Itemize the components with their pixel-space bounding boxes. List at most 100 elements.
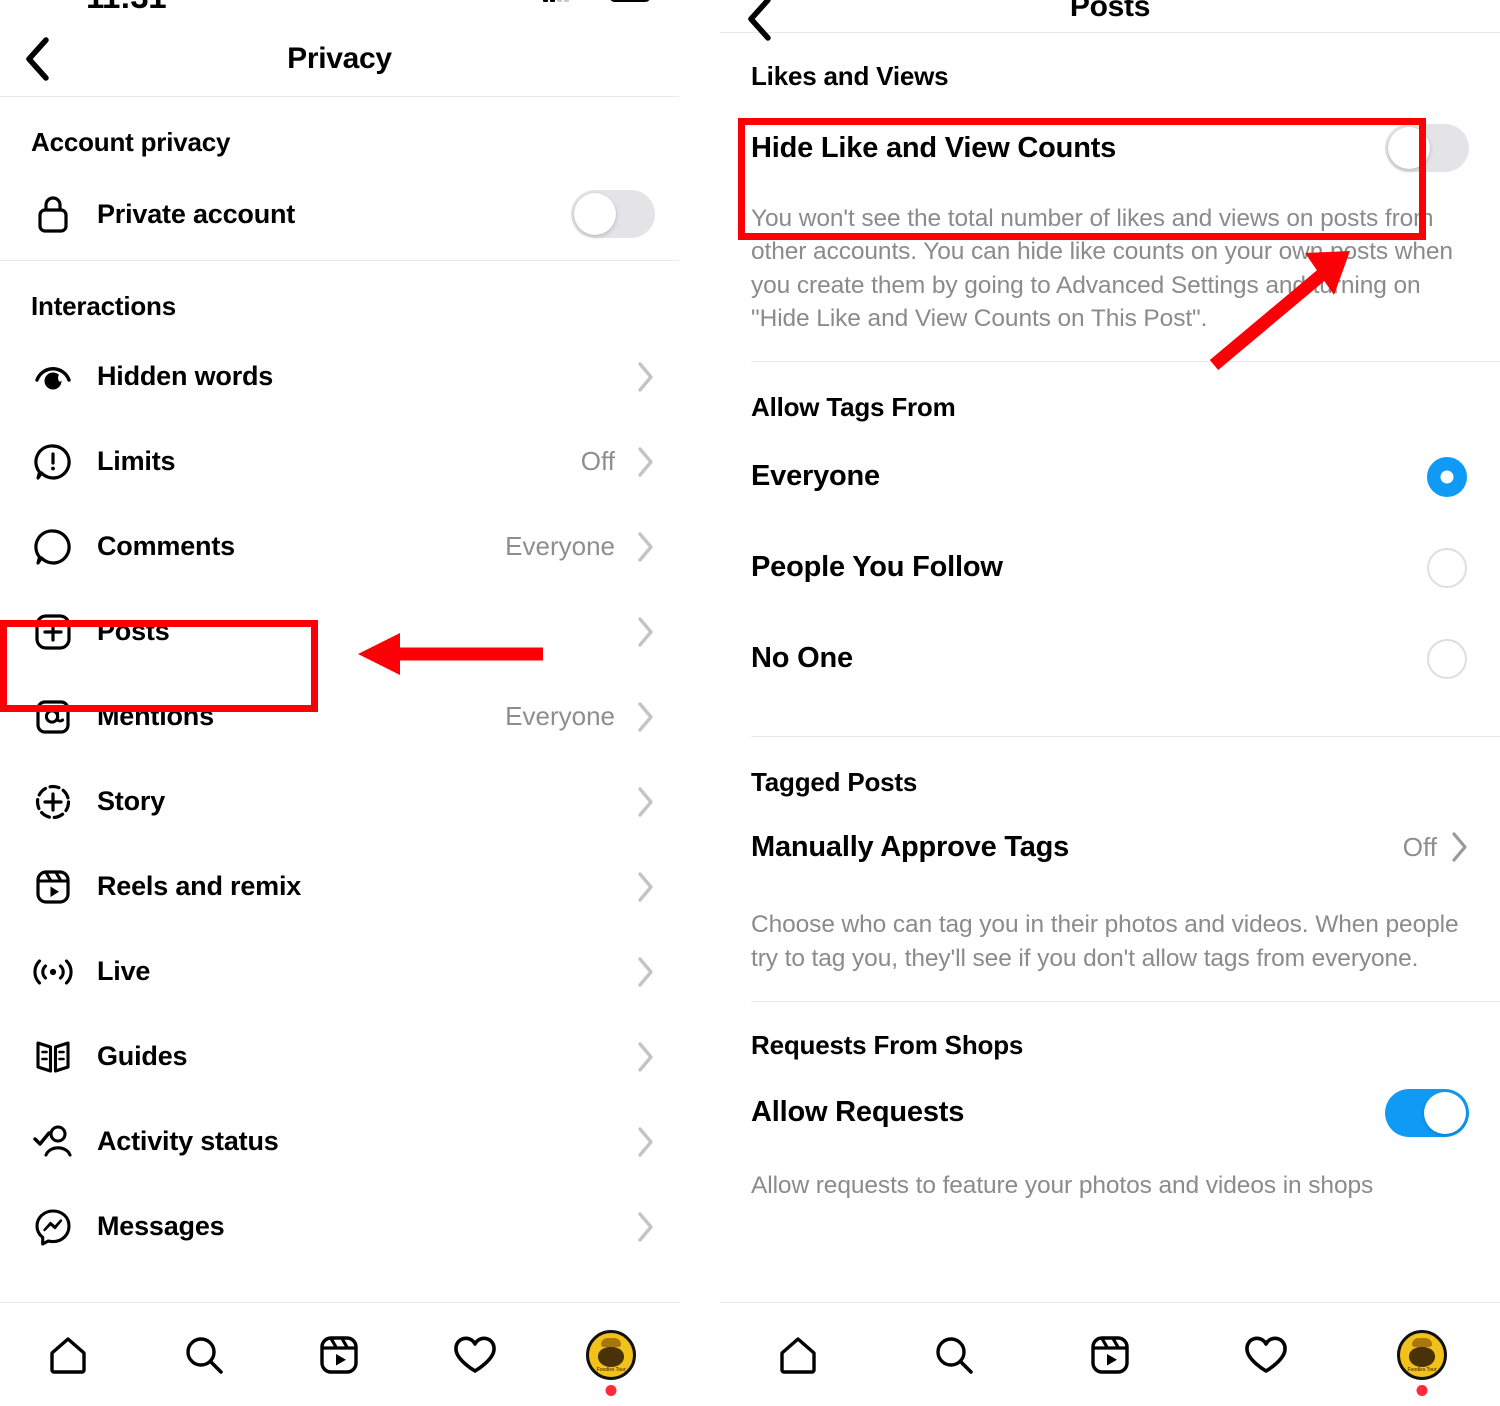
chevron-right-icon [637, 786, 655, 818]
option-everyone[interactable]: Everyone [720, 431, 1500, 522]
tab-search[interactable] [919, 1320, 989, 1390]
signal-bars-icon [543, 0, 570, 2]
row-hide-like-and-view-counts[interactable]: Hide Like and View Counts [720, 102, 1500, 194]
interactions-list: Hidden words Limits Off Comments Everyon… [0, 334, 679, 1269]
page-title: Posts [1069, 0, 1151, 23]
row-guides[interactable]: Guides [0, 1014, 679, 1099]
row-live[interactable]: Live [0, 929, 679, 1014]
tab-activity[interactable] [1231, 1320, 1301, 1390]
tagged-posts-description: Choose who can tag you in their photos a… [751, 911, 1459, 972]
back-chevron-icon[interactable] [14, 36, 60, 82]
option-everyone-radio[interactable] [1427, 456, 1467, 497]
chevron-right-icon [637, 701, 655, 733]
row-limits-value: Off [580, 446, 615, 476]
row-hidden-words[interactable]: Hidden words [0, 334, 679, 419]
option-no-one-label: No One [751, 642, 853, 675]
avatar-brand-text: Foodies Tour [596, 1366, 626, 1373]
reels-icon [31, 865, 75, 909]
chevron-right-icon [637, 871, 655, 903]
row-story[interactable]: Story [0, 759, 679, 844]
eye-icon [31, 355, 75, 399]
section-likes-and-views-title: Likes and Views [751, 61, 949, 91]
posts-settings-screen: Posts Likes and Views Hide Like and View… [720, 0, 1500, 1406]
chevron-right-icon [637, 1041, 655, 1073]
tab-home[interactable] [763, 1320, 833, 1390]
back-chevron-icon[interactable] [736, 0, 782, 42]
tab-profile[interactable]: Foodies Tour [1387, 1320, 1457, 1396]
row-limits[interactable]: Limits Off [0, 419, 679, 504]
allow-requests-toggle[interactable] [1385, 1088, 1469, 1137]
row-comments-label: Comments [97, 531, 235, 561]
row-allow-requests[interactable]: Allow Requests [720, 1065, 1500, 1161]
screenshot-root: 11:31 ▼ Privacy Account privacy [0, 0, 1500, 1406]
messenger-icon [31, 1205, 75, 1249]
bottom-tab-bar-right: Foodies Tour [720, 1302, 1500, 1406]
section-interactions-title: Interactions [31, 291, 176, 321]
section-allow-tags-from-title: Allow Tags From [751, 392, 956, 423]
row-guides-label: Guides [97, 1041, 188, 1071]
allow-tags-from-options: Everyone People You Follow No One [720, 431, 1500, 704]
toggle-knob [1424, 1091, 1466, 1134]
status-time: 11:31 [86, 0, 167, 16]
row-mentions-value: Everyone [505, 701, 615, 731]
avatar: Foodies Tour [586, 1329, 637, 1380]
chef-hat-shape [1412, 1337, 1432, 1347]
avatar-wrapper: Foodies Tour [1397, 1329, 1447, 1396]
chevron-right-icon [1451, 831, 1469, 863]
option-people-you-follow[interactable]: People You Follow [720, 522, 1500, 613]
avatar-face-shape [598, 1346, 625, 1367]
avatar-brand-text: Foodies Tour [1407, 1366, 1437, 1373]
page-title: Privacy [287, 42, 392, 75]
tab-home[interactable] [33, 1320, 103, 1390]
live-broadcast-icon [31, 950, 75, 994]
tab-reels[interactable] [1075, 1320, 1145, 1390]
tab-reels[interactable] [304, 1320, 374, 1390]
row-reels-and-remix[interactable]: Reels and remix [0, 844, 679, 929]
battery-icon [609, 0, 651, 2]
option-no-one[interactable]: No One [720, 613, 1500, 704]
private-account-toggle[interactable] [571, 190, 655, 238]
row-messages[interactable]: Messages [0, 1184, 679, 1269]
bottom-tab-bar-left: Foodies Tour [0, 1302, 679, 1406]
option-people-you-follow-label: People You Follow [751, 551, 1003, 584]
section-tagged-posts-title: Tagged Posts [751, 767, 918, 798]
hide-like-counts-description: You won't see the total number of likes … [751, 205, 1453, 332]
profile-badge-dot [1416, 1384, 1428, 1396]
tab-search[interactable] [169, 1320, 239, 1390]
section-requests-from-shops-title: Requests From Shops [751, 1029, 1024, 1060]
chef-hat-shape [601, 1337, 622, 1347]
status-bar: 11:31 ▼ [0, 0, 679, 22]
option-no-one-radio[interactable] [1427, 638, 1467, 679]
row-limits-label: Limits [97, 446, 176, 476]
row-live-label: Live [97, 956, 151, 986]
row-mentions[interactable]: Mentions Everyone [0, 674, 679, 759]
row-comments[interactable]: Comments Everyone [0, 504, 679, 589]
avatar-wrapper: Foodies Tour [586, 1329, 637, 1396]
row-hide-like-and-view-counts-label: Hide Like and View Counts [751, 131, 1117, 164]
option-people-you-follow-radio[interactable] [1427, 547, 1467, 588]
privacy-screen: 11:31 ▼ Privacy Account privacy [0, 0, 679, 1406]
row-activity-status-label: Activity status [97, 1126, 279, 1156]
section-account-privacy-title: Account privacy [31, 127, 231, 157]
hide-like-and-view-counts-toggle[interactable] [1385, 124, 1469, 172]
requests-from-shops-description: Allow requests to feature your photos an… [751, 1171, 1374, 1199]
row-manually-approve-tags[interactable]: Manually Approve Tags Off [720, 804, 1500, 890]
toggle-knob [1388, 127, 1430, 169]
privacy-nav-header: Privacy [0, 22, 679, 96]
comment-bubble-icon [31, 525, 75, 569]
row-manually-approve-tags-value: Off [1402, 831, 1437, 862]
posts-nav-header: Posts [720, 0, 1500, 41]
tab-activity[interactable] [440, 1320, 510, 1390]
tab-profile[interactable]: Foodies Tour [576, 1320, 646, 1396]
row-private-account[interactable]: Private account [0, 168, 679, 260]
row-activity-status[interactable]: Activity status [0, 1099, 679, 1184]
row-reels-and-remix-label: Reels and remix [97, 871, 302, 901]
row-comments-value: Everyone [505, 531, 615, 561]
exclamation-bubble-icon [31, 440, 75, 484]
profile-badge-dot [605, 1384, 617, 1396]
row-posts[interactable]: Posts [0, 589, 679, 674]
guides-book-icon [31, 1035, 75, 1079]
lock-icon [31, 192, 75, 236]
option-everyone-label: Everyone [751, 460, 880, 493]
plus-square-icon [31, 610, 75, 654]
